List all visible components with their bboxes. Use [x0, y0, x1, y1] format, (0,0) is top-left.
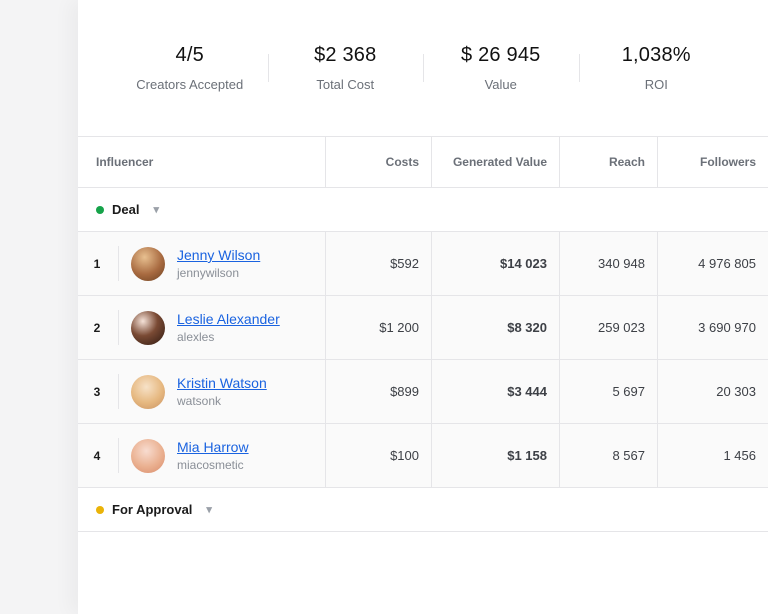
- stat-roi: 1,038% ROI: [579, 44, 735, 92]
- cell-influencer: 3 Kristin Watson watsonk: [78, 360, 326, 423]
- cell-generated-value: $3 444: [432, 360, 560, 423]
- avatar[interactable]: [131, 375, 165, 409]
- cell-costs: $100: [326, 424, 432, 487]
- chevron-down-icon: ▾: [206, 503, 212, 516]
- stat-label: Value: [423, 77, 579, 92]
- group-label: Deal: [112, 202, 139, 217]
- table-row: 1 Jenny Wilson jennywilson $592 $14 023 …: [78, 232, 768, 296]
- table-header-row: Influencer Costs Generated Value Reach F…: [78, 137, 768, 188]
- col-generated-value[interactable]: Generated Value: [432, 137, 560, 188]
- influencer-handle: jennywilson: [177, 265, 260, 281]
- stat-label: Total Cost: [268, 77, 424, 92]
- cell-costs: $899: [326, 360, 432, 423]
- influencer-link[interactable]: Kristin Watson: [177, 374, 267, 393]
- cell-reach: 340 948: [560, 232, 658, 295]
- influencer-link[interactable]: Jenny Wilson: [177, 246, 260, 265]
- cell-followers: 1 456: [658, 424, 768, 487]
- cell-influencer: 2 Leslie Alexander alexles: [78, 296, 326, 359]
- col-reach[interactable]: Reach: [560, 137, 658, 188]
- influencer-link[interactable]: Leslie Alexander: [177, 310, 280, 329]
- cell-influencer: 4 Mia Harrow miacosmetic: [78, 424, 326, 487]
- table-row: 2 Leslie Alexander alexles $1 200 $8 320…: [78, 296, 768, 360]
- rank-number: 3: [88, 385, 106, 399]
- cell-generated-value: $1 158: [432, 424, 560, 487]
- stat-value: $ 26 945: [423, 44, 579, 67]
- cell-costs: $592: [326, 232, 432, 295]
- rank-number: 1: [88, 257, 106, 271]
- rank-number: 4: [88, 449, 106, 463]
- stat-creators-accepted: 4/5 Creators Accepted: [112, 44, 268, 92]
- stat-value: 4/5: [112, 44, 268, 67]
- stat-label: ROI: [579, 77, 735, 92]
- cell-followers: 20 303: [658, 360, 768, 423]
- stats-row: 4/5 Creators Accepted $2 368 Total Cost …: [78, 0, 768, 136]
- status-dot-icon: [96, 206, 104, 214]
- cell-followers: 4 976 805: [658, 232, 768, 295]
- col-influencer[interactable]: Influencer: [78, 137, 326, 188]
- status-dot-icon: [96, 506, 104, 514]
- cell-generated-value: $14 023: [432, 232, 560, 295]
- influencer-table: Influencer Costs Generated Value Reach F…: [78, 136, 768, 532]
- group-header-deal[interactable]: Deal ▾: [78, 188, 768, 232]
- divider: [118, 310, 119, 345]
- cell-influencer: 1 Jenny Wilson jennywilson: [78, 232, 326, 295]
- influencer-handle: alexles: [177, 329, 280, 345]
- cell-generated-value: $8 320: [432, 296, 560, 359]
- influencer-handle: watsonk: [177, 393, 267, 409]
- avatar[interactable]: [131, 247, 165, 281]
- cell-reach: 259 023: [560, 296, 658, 359]
- group-label: For Approval: [112, 502, 192, 517]
- stat-value: $ 26 945 Value: [423, 44, 579, 92]
- influencer-handle: miacosmetic: [177, 457, 249, 473]
- avatar[interactable]: [131, 439, 165, 473]
- stat-total-cost: $2 368 Total Cost: [268, 44, 424, 92]
- cell-reach: 8 567: [560, 424, 658, 487]
- rank-number: 2: [88, 321, 106, 335]
- stat-value: $2 368: [268, 44, 424, 67]
- stat-value: 1,038%: [579, 44, 735, 67]
- chevron-down-icon: ▾: [153, 203, 159, 216]
- col-costs[interactable]: Costs: [326, 137, 432, 188]
- divider: [118, 246, 119, 281]
- cell-costs: $1 200: [326, 296, 432, 359]
- divider: [118, 374, 119, 409]
- avatar[interactable]: [131, 311, 165, 345]
- cell-reach: 5 697: [560, 360, 658, 423]
- influencer-link[interactable]: Mia Harrow: [177, 438, 249, 457]
- divider: [118, 438, 119, 473]
- table-row: 3 Kristin Watson watsonk $899 $3 444 5 6…: [78, 360, 768, 424]
- dashboard-panel: 4/5 Creators Accepted $2 368 Total Cost …: [78, 0, 768, 614]
- col-followers[interactable]: Followers: [658, 137, 768, 188]
- table-row: 4 Mia Harrow miacosmetic $100 $1 158 8 5…: [78, 424, 768, 488]
- stat-label: Creators Accepted: [112, 77, 268, 92]
- group-header-for-approval[interactable]: For Approval ▾: [78, 488, 768, 532]
- cell-followers: 3 690 970: [658, 296, 768, 359]
